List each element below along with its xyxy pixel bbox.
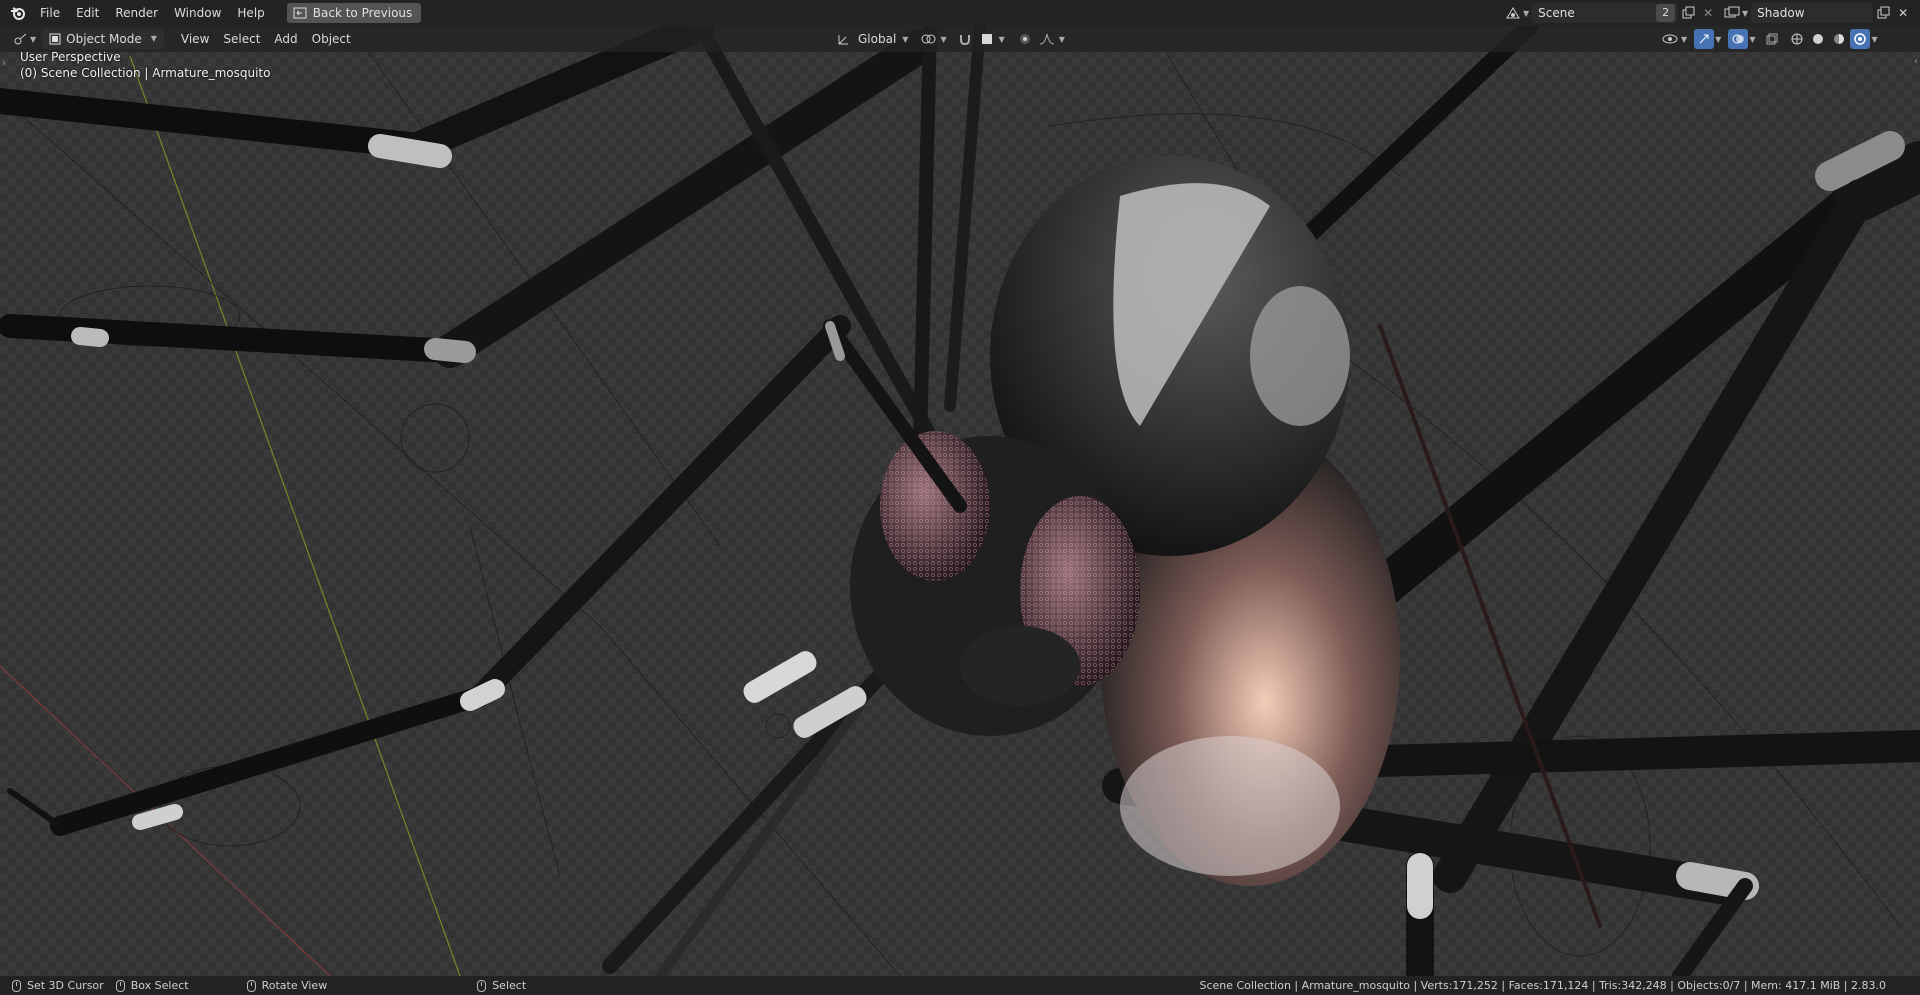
object-mode-label: Object Mode (66, 32, 142, 46)
bone-empty-circle (400, 403, 470, 473)
screen-back-icon (293, 7, 307, 19)
delete-view-layer-icon[interactable]: ✕ (1893, 3, 1913, 23)
back-to-previous-label: Back to Previous (312, 6, 413, 20)
material-preview-shading-icon[interactable] (1829, 29, 1849, 49)
viewport-collection-label: (0) Scene Collection | Armature_mosquito (20, 66, 271, 80)
falloff-icon[interactable] (1037, 29, 1057, 49)
status-select: Select (477, 979, 526, 992)
mouse-middle-icon (246, 979, 256, 992)
status-box-select: Box Select (115, 979, 189, 992)
viewport-header: ▼ Object Mode ▼ View Select Add Object G… (0, 26, 1920, 52)
blender-logo-icon[interactable] (10, 5, 26, 21)
scene-statistics: Scene Collection | Armature_mosquito | V… (1199, 979, 1886, 992)
scene-name-field[interactable]: Scene 2 (1532, 3, 1679, 23)
editor-type-chevron-icon[interactable]: ▼ (30, 35, 36, 44)
3d-viewport[interactable]: User Perspective (0) Scene Collection | … (0, 26, 1920, 976)
menu-render[interactable]: Render (107, 0, 166, 26)
new-view-layer-icon[interactable] (1873, 3, 1893, 23)
mosquito-render (0, 26, 1920, 976)
menu-help[interactable]: Help (229, 0, 272, 26)
proportional-editing-icon[interactable] (1015, 29, 1035, 49)
selectability-visibility-icon[interactable] (1660, 29, 1680, 49)
scene-name: Scene (1538, 6, 1575, 20)
new-scene-icon[interactable] (1678, 3, 1698, 23)
pivot-point-icon[interactable] (918, 29, 938, 49)
falloff-chevron-icon[interactable]: ▼ (1059, 35, 1065, 44)
set-3d-cursor-label: Set 3D Cursor (27, 979, 104, 992)
orientation-chevron-icon[interactable]: ▼ (902, 35, 908, 44)
snap-toggle-icon[interactable] (955, 29, 975, 49)
scene-icon[interactable] (1503, 3, 1523, 23)
snap-element-icon[interactable] (977, 29, 997, 49)
select-label: Select (492, 979, 527, 992)
back-to-previous-button[interactable]: Back to Previous (286, 3, 422, 23)
gizmo-chevron-icon[interactable]: ▼ (1715, 35, 1721, 44)
menu-window[interactable]: Window (166, 0, 229, 26)
view-layer-chevron-icon[interactable]: ▼ (1742, 9, 1748, 18)
gizmo-toggle-icon[interactable] (1694, 29, 1715, 49)
menu-file[interactable]: File (32, 0, 68, 26)
viewport-perspective-label: User Perspective (20, 50, 121, 64)
mouse-left-icon (12, 979, 21, 992)
view-layer-name-field[interactable]: Shadow (1751, 3, 1874, 23)
view-layer-icon[interactable] (1722, 3, 1742, 23)
left-toolbar-toggle-icon[interactable]: › (2, 58, 6, 69)
transform-orientation-icon (838, 35, 848, 45)
viewport-display-controls: ▼ ▼ ▼ ▼ (1660, 29, 1878, 49)
overlays-chevron-icon[interactable]: ▼ (1749, 35, 1755, 44)
object-mode-icon (49, 33, 61, 45)
snap-chevron-icon[interactable]: ▼ (999, 35, 1005, 44)
status-rotate-view: Rotate View (246, 979, 328, 992)
scene-selector: ▼ Scene 2 ✕ (1503, 3, 1718, 23)
right-sidebar-toggle-icon[interactable]: ‹ (1914, 56, 1918, 67)
mouse-right-icon (477, 979, 487, 992)
delete-scene-icon[interactable]: ✕ (1698, 3, 1718, 23)
solid-shading-icon[interactable] (1808, 29, 1828, 49)
status-bar: Set 3D Cursor Box Select Rotate View Sel… (0, 976, 1920, 995)
mouse-drag-icon (115, 979, 125, 992)
xray-toggle-icon[interactable] (1762, 29, 1782, 49)
menu-add[interactable]: Add (267, 29, 304, 49)
menu-view[interactable]: View (174, 29, 216, 49)
view-layer-selector: ▼ Shadow ✕ (1722, 3, 1913, 23)
leg-lower-left (50, 686, 490, 836)
editor-type-icon[interactable] (10, 29, 30, 49)
rotate-view-label: Rotate View (261, 979, 328, 992)
scene-dropdown-chevron-icon[interactable]: ▼ (1523, 9, 1529, 18)
transform-tools: Global ▼ ▼ ▼ ▼ (836, 29, 1065, 49)
menu-object[interactable]: Object (305, 29, 358, 49)
rendered-shading-icon[interactable] (1850, 29, 1871, 49)
visibility-chevron-icon[interactable]: ▼ (1681, 35, 1687, 44)
box-select-label: Box Select (130, 979, 189, 992)
view-layer-name: Shadow (1757, 6, 1805, 20)
menu-edit[interactable]: Edit (68, 0, 107, 26)
status-set-3d-cursor: Set 3D Cursor (12, 979, 104, 992)
shading-chevron-icon[interactable]: ▼ (1871, 35, 1877, 44)
object-mode-chevron-icon: ▼ (150, 34, 157, 43)
leg-upper-left (0, 88, 433, 159)
top-bar: File Edit Render Window Help Back to Pre… (0, 0, 1920, 26)
menu-select[interactable]: Select (216, 29, 267, 49)
wireframe-shading-icon[interactable] (1787, 29, 1807, 49)
scene-user-count: 2 (1656, 4, 1676, 22)
object-mode-dropdown[interactable]: Object Mode ▼ (42, 29, 164, 49)
overlays-toggle-icon[interactable] (1728, 29, 1749, 49)
y-axis-line (129, 55, 461, 976)
pivot-chevron-icon[interactable]: ▼ (940, 35, 946, 44)
orientation-dropdown[interactable]: Global (854, 29, 900, 49)
